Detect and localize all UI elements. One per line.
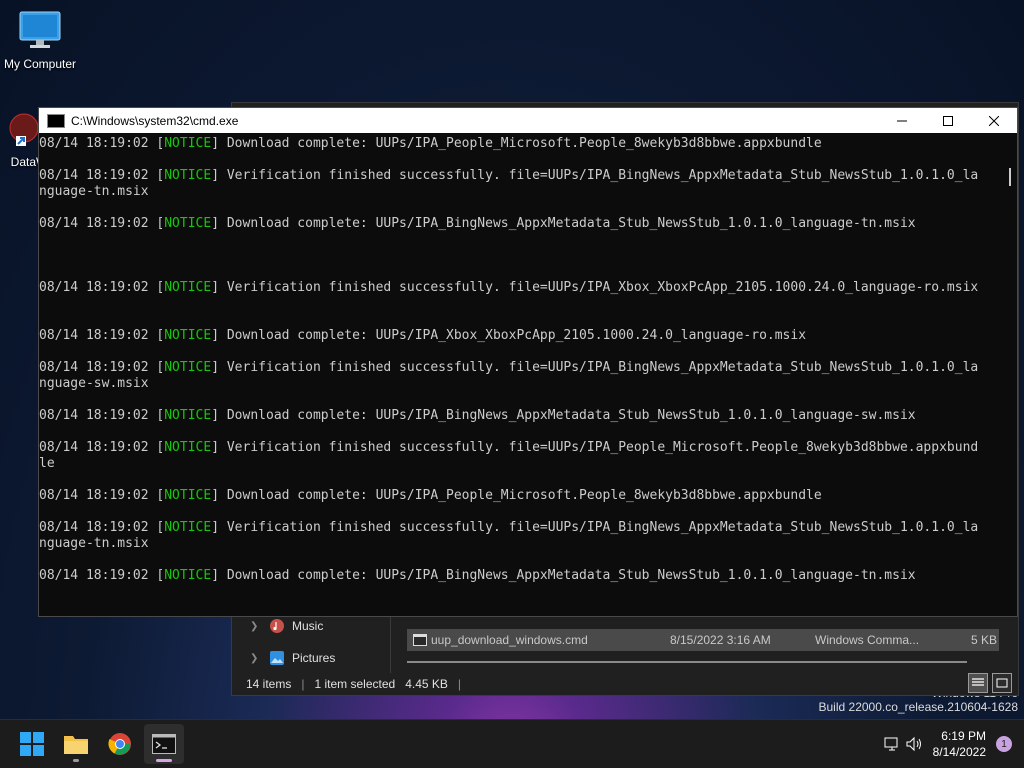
file-date: 8/15/2022 3:16 AM — [670, 633, 771, 647]
console-line: 08/14 18:19:02 [NOTICE] Download complet… — [39, 328, 807, 343]
music-icon — [270, 619, 284, 633]
notice-tag: NOTICE — [164, 328, 212, 343]
pictures-icon — [270, 651, 284, 665]
file-type: Windows Comma... — [815, 633, 920, 647]
console-line: 08/14 18:19:02 [NOTICE] Download complet… — [39, 216, 916, 231]
pane-divider[interactable] — [390, 608, 391, 673]
console-line: 08/14 18:19:02 [NOTICE] Verification fin… — [39, 520, 979, 535]
chevron-right-icon[interactable]: ❯ — [250, 653, 262, 664]
volume-icon[interactable] — [903, 736, 927, 752]
status-size: 4.45 KB — [405, 677, 448, 691]
horizontal-scrollbar[interactable] — [407, 661, 967, 663]
vertical-scrollbar-thumb[interactable] — [1009, 168, 1011, 186]
cmd-file-icon — [413, 634, 427, 646]
console-line: 08/14 18:19:02 [NOTICE] Verification fin… — [39, 280, 979, 295]
notice-tag: NOTICE — [164, 168, 212, 183]
close-icon — [989, 115, 999, 126]
notice-tag: NOTICE — [164, 488, 212, 503]
notification-badge[interactable]: 1 — [996, 736, 1012, 752]
clock-time: 6:19 PM — [941, 729, 986, 743]
clock-date: 8/14/2022 — [932, 745, 986, 759]
taskbar-chrome[interactable] — [100, 724, 140, 764]
console-line: nguage-tn.msix — [39, 536, 149, 551]
maximize-icon — [943, 115, 953, 126]
clock[interactable]: 6:19 PM 8/14/2022 — [933, 728, 986, 760]
console-output[interactable]: 08/14 18:19:02 [NOTICE] Download complet… — [39, 136, 999, 616]
system-tray: 6:19 PM 8/14/2022 1 — [881, 720, 1024, 768]
status-item-count: 14 items — [246, 677, 292, 691]
nav-item-label: Pictures — [292, 651, 336, 665]
console-line: le — [39, 456, 55, 471]
notice-tag: NOTICE — [164, 520, 212, 535]
windows-logo-icon — [20, 732, 44, 756]
console-line: 08/14 18:19:02 [NOTICE] Verification fin… — [39, 360, 979, 375]
minimize-icon — [897, 120, 907, 121]
console-line: 08/14 18:19:02 [NOTICE] Verification fin… — [39, 440, 979, 455]
minimize-button[interactable] — [879, 108, 925, 133]
cmd-titlebar[interactable]: C:\Windows\system32\cmd.exe — [39, 108, 1017, 133]
file-size: 5 KB — [970, 633, 997, 647]
large-icons-view-icon[interactable] — [992, 673, 1012, 693]
close-button[interactable] — [971, 108, 1017, 133]
watermark-build: Build 22000.co_release.210604-1628 — [818, 700, 1019, 714]
status-selected: 1 item selected — [314, 677, 396, 691]
notice-tag: NOTICE — [164, 408, 212, 423]
notice-tag: NOTICE — [164, 360, 212, 375]
cmd-app-icon — [47, 113, 65, 128]
monitor-icon — [19, 11, 61, 48]
notice-tag: NOTICE — [164, 280, 212, 295]
nav-item-pictures[interactable]: ❯ Pictures — [250, 651, 335, 665]
taskbar: 6:19 PM 8/14/2022 1 — [0, 719, 1024, 768]
desktop-icon-my-computer[interactable]: My Computer — [0, 10, 80, 71]
desktop-icon-label: My Computer — [3, 57, 77, 71]
running-indicator — [156, 759, 172, 762]
status-separator: | — [301, 677, 305, 691]
nav-item-label: Music — [292, 619, 324, 633]
console-line: 08/14 18:19:02 [NOTICE] Download complet… — [39, 488, 822, 503]
notice-tag: NOTICE — [164, 568, 212, 583]
status-bar: 14 items | 1 item selected 4.45 KB | — [246, 677, 461, 691]
view-toggle — [968, 673, 1012, 693]
chrome-icon — [108, 733, 131, 755]
running-indicator — [73, 759, 79, 762]
console-line: 08/14 18:19:02 [NOTICE] Download complet… — [39, 408, 916, 423]
status-separator: | — [457, 677, 462, 691]
folder-icon — [64, 736, 88, 754]
console-line: 08/14 18:19:02 [NOTICE] Verification fin… — [39, 168, 979, 183]
taskbar-cmd[interactable] — [144, 724, 184, 764]
file-row-selected[interactable]: uup_download_windows.cmd 8/15/2022 3:16 … — [407, 629, 999, 651]
notice-tag: NOTICE — [164, 136, 212, 151]
notice-tag: NOTICE — [164, 440, 212, 455]
details-view-icon[interactable] — [968, 673, 988, 693]
console-line: nguage-tn.msix — [39, 184, 149, 199]
nav-item-music[interactable]: ❯ Music — [250, 619, 323, 633]
file-name: uup_download_windows.cmd — [431, 633, 588, 647]
terminal-icon — [152, 734, 176, 754]
console-line: 08/14 18:19:02 [NOTICE] Download complet… — [39, 136, 822, 151]
taskbar-file-explorer[interactable] — [56, 724, 96, 764]
maximize-button[interactable] — [925, 108, 971, 133]
chevron-right-icon[interactable]: ❯ — [250, 621, 262, 632]
console-line: nguage-sw.msix — [39, 376, 149, 391]
console-line: 08/14 18:19:02 [NOTICE] Download complet… — [39, 568, 916, 583]
cmd-window-title: C:\Windows\system32\cmd.exe — [71, 113, 239, 128]
notice-tag: NOTICE — [164, 216, 212, 231]
start-button[interactable] — [12, 724, 52, 764]
shortcut-icon — [9, 113, 39, 146]
cmd-window[interactable]: C:\Windows\system32\cmd.exe 08/14 18:19:… — [38, 107, 1018, 617]
network-icon[interactable] — [881, 736, 903, 752]
